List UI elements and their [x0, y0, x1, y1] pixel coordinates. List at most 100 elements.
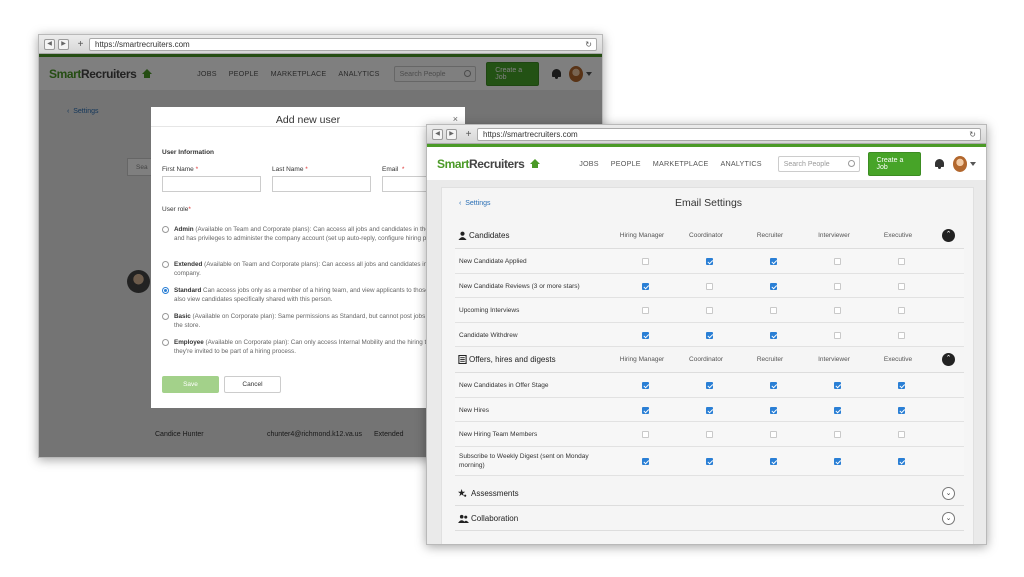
settings-row: New Candidate Reviews (3 or more stars) [455, 273, 964, 299]
notification-checkbox[interactable] [834, 331, 841, 339]
user-role-label: User role* [162, 206, 191, 213]
notification-checkbox[interactable] [898, 331, 905, 339]
notification-checkbox[interactable] [642, 307, 649, 315]
notification-checkbox[interactable] [770, 406, 777, 414]
settings-row: New Hires [455, 397, 964, 423]
notification-checkbox[interactable] [706, 406, 713, 414]
notification-checkbox[interactable] [770, 307, 777, 315]
expand-toggle-icon[interactable]: ⌄ [942, 487, 955, 500]
back-arrow-icon[interactable]: ◀ [432, 128, 443, 140]
notification-checkbox[interactable] [706, 258, 713, 265]
notification-checkbox[interactable] [706, 382, 713, 389]
nav-marketplace[interactable]: MARKETPLACE [653, 159, 709, 168]
notification-checkbox[interactable] [770, 331, 777, 339]
group-icon [458, 514, 469, 523]
notification-checkbox[interactable] [770, 282, 777, 290]
collapse-toggle-icon[interactable]: ⌃ [942, 353, 955, 366]
last-name-field[interactable] [272, 176, 371, 192]
save-button[interactable]: Save [162, 376, 219, 393]
notification-checkbox[interactable] [706, 331, 713, 339]
role-option-admin[interactable]: Admin (Available on Team and Corporate p… [162, 225, 462, 243]
expand-toggle-icon[interactable]: ⌄ [942, 512, 955, 525]
radio-standard[interactable] [162, 287, 169, 294]
back-arrow-icon[interactable]: ◀ [44, 38, 55, 50]
notification-checkbox[interactable] [642, 406, 649, 414]
close-icon[interactable]: × [453, 114, 458, 124]
url-bar[interactable]: https://smartrecruiters.com ↻ [89, 37, 597, 51]
settings-row-label: Candidate Withdrew [459, 331, 518, 339]
notification-checkbox[interactable] [834, 282, 841, 290]
radio-basic[interactable] [162, 313, 169, 320]
section-header[interactable]: Assessments ⌄ [455, 481, 964, 506]
notification-checkbox[interactable] [770, 258, 777, 265]
notification-checkbox[interactable] [834, 382, 841, 389]
notification-checkbox[interactable] [706, 307, 713, 315]
notification-checkbox[interactable] [642, 382, 649, 389]
notification-checkbox[interactable] [898, 282, 905, 290]
column-header: Coordinator [689, 232, 723, 239]
section-header: Candidates Hiring Manager Coordinator Re… [455, 223, 964, 249]
notification-checkbox[interactable] [706, 282, 713, 290]
role-option-standard[interactable]: Standard Can access jobs only as a membe… [162, 286, 462, 304]
notification-checkbox[interactable] [898, 382, 905, 389]
notification-checkbox[interactable] [834, 307, 841, 315]
collapse-toggle-icon[interactable]: ⌃ [942, 229, 955, 242]
role-option-basic[interactable]: Basic (Available on Corporate plan): Sam… [162, 312, 462, 330]
role-option-extended[interactable]: Extended (Available on Team and Corporat… [162, 260, 462, 278]
new-tab-icon[interactable]: + [75, 39, 86, 50]
settings-row: Candidate Withdrew [455, 322, 964, 348]
reload-icon[interactable]: ↻ [969, 129, 976, 140]
notification-checkbox[interactable] [642, 282, 649, 290]
search-input[interactable]: Search People [777, 155, 860, 172]
section-candidates: Candidates Hiring Manager Coordinator Re… [455, 223, 964, 348]
notification-checkbox[interactable] [706, 431, 713, 439]
section-assessments[interactable]: Assessments ⌄ [455, 481, 964, 506]
reload-icon[interactable]: ↻ [585, 39, 592, 50]
create-job-button[interactable]: Create a Job [867, 151, 921, 176]
settings-row-label: New Hiring Team Members [459, 431, 538, 439]
notification-checkbox[interactable] [898, 431, 905, 439]
radio-admin[interactable] [162, 226, 169, 233]
url-bar[interactable]: https://smartrecruiters.com ↻ [477, 127, 981, 141]
section-header: Offers, hires and digests Hiring Manager… [455, 347, 964, 373]
section-collaboration[interactable]: Collaboration ⌄ [455, 506, 964, 531]
home-icon[interactable] [530, 159, 541, 168]
notification-checkbox[interactable] [642, 431, 649, 439]
notification-checkbox[interactable] [642, 457, 649, 465]
notification-checkbox[interactable] [834, 406, 841, 414]
nav-jobs[interactable]: JOBS [579, 159, 599, 168]
column-header: Coordinator [689, 356, 723, 363]
nav-analytics[interactable]: ANALYTICS [721, 159, 762, 168]
cancel-button[interactable]: Cancel [224, 376, 281, 393]
modal-title: Add new user [151, 107, 465, 127]
notification-checkbox[interactable] [770, 382, 777, 389]
notification-checkbox[interactable] [642, 331, 649, 339]
notification-checkbox[interactable] [834, 457, 841, 465]
forward-arrow-icon[interactable]: ▶ [58, 38, 69, 50]
bell-icon[interactable] [934, 158, 944, 169]
nav-people[interactable]: PEOPLE [611, 159, 641, 168]
page-title: Email Settings [674, 197, 743, 209]
first-name-field[interactable] [162, 176, 261, 192]
notification-checkbox[interactable] [834, 431, 841, 439]
user-info-heading: User Information [162, 149, 215, 156]
new-tab-icon[interactable]: + [463, 129, 474, 140]
notification-checkbox[interactable] [898, 457, 905, 465]
notification-checkbox[interactable] [770, 457, 777, 465]
notification-checkbox[interactable] [642, 258, 649, 265]
section-header[interactable]: Collaboration ⌄ [455, 506, 964, 531]
notification-checkbox[interactable] [898, 307, 905, 315]
radio-extended[interactable] [162, 261, 169, 268]
chevron-down-icon[interactable] [970, 161, 976, 166]
notification-checkbox[interactable] [834, 258, 841, 265]
notification-checkbox[interactable] [898, 406, 905, 414]
forward-arrow-icon[interactable]: ▶ [446, 128, 457, 140]
notification-checkbox[interactable] [770, 431, 777, 439]
logo[interactable]: SmartRecruiters [437, 157, 525, 171]
notification-checkbox[interactable] [706, 457, 713, 465]
radio-employee[interactable] [162, 339, 169, 346]
notification-checkbox[interactable] [898, 258, 905, 265]
role-option-employee[interactable]: Employee (Available on Corporate plan): … [162, 338, 462, 356]
avatar[interactable] [952, 155, 967, 172]
column-header: Executive [883, 356, 913, 363]
